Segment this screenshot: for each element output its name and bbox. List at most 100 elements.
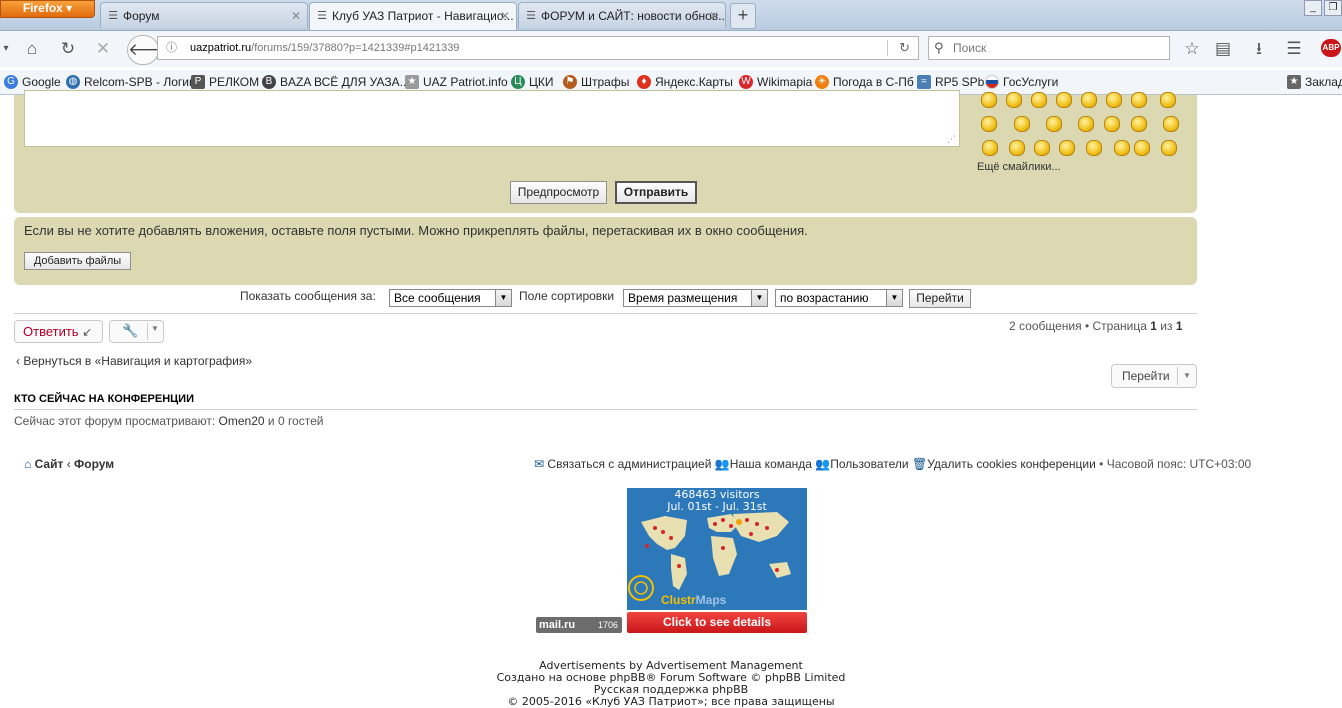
delete-cookies-link[interactable]: Удалить cookies конференции: [927, 457, 1096, 471]
stop-icon[interactable]: ✕: [93, 39, 113, 59]
bookmark-fines[interactable]: ⚑ Штрафы: [563, 74, 629, 90]
gosuslugi-icon: [985, 75, 999, 89]
smiley-icon[interactable]: [1134, 140, 1150, 156]
smiley-icon[interactable]: [1131, 116, 1147, 132]
bookmark-relcom-spb[interactable]: ◍ Relcom-SPB - Логин: [66, 74, 196, 90]
add-files-button[interactable]: Добавить файлы: [24, 252, 131, 270]
select-value: Время размещения: [628, 291, 738, 305]
smiley-icon[interactable]: [981, 116, 997, 132]
back-to-forum-link[interactable]: ‹ Вернуться в «Навигация и картография»: [16, 354, 252, 368]
message-textarea[interactable]: ⋰: [24, 90, 960, 147]
smiley-icon[interactable]: [1006, 92, 1022, 108]
sort-order-select[interactable]: по возрастанию ▼: [775, 289, 903, 307]
topic-tools-button[interactable]: 🔧 ▼: [109, 320, 164, 343]
smiley-icon[interactable]: [1056, 92, 1072, 108]
tab-news[interactable]: ☰ ФОРУМ и САЙТ: новости обнов... ✕: [518, 2, 726, 28]
smiley-icon[interactable]: [1104, 116, 1120, 132]
jump-to-button[interactable]: Перейти ▼: [1111, 364, 1197, 388]
menu-icon[interactable]: ☰: [1284, 39, 1304, 59]
reply-button[interactable]: Ответить ↙: [14, 320, 103, 343]
team-link[interactable]: Наша команда: [730, 457, 812, 471]
bookmark-folder[interactable]: ★ Заклад: [1287, 74, 1342, 90]
smiley-icon[interactable]: [1078, 116, 1094, 132]
search-input[interactable]: ⚲ Поиск: [928, 36, 1170, 60]
map-pin-icon: ♦: [637, 75, 651, 89]
smiley-icon[interactable]: [1059, 140, 1075, 156]
smiley-icon[interactable]: [1114, 140, 1130, 156]
cki-icon: Ц: [511, 75, 525, 89]
mailru-counter[interactable]: mail.ru 1706: [536, 617, 622, 633]
smiley-icon[interactable]: [1031, 92, 1047, 108]
attachments-message: Если вы не хотите добавлять вложения, ос…: [24, 223, 808, 238]
bookmark-wikimapia[interactable]: W Wikimapia: [739, 74, 812, 90]
smiley-icon[interactable]: [1131, 92, 1147, 108]
breadcrumb-site-link[interactable]: Сайт: [35, 457, 64, 471]
close-icon[interactable]: ✕: [709, 3, 719, 28]
restore-button[interactable]: ❐: [1324, 0, 1342, 16]
bookmark-gosuslugi[interactable]: ГосУслуги: [985, 74, 1058, 90]
page-of: из: [1160, 319, 1173, 333]
sort-field-select[interactable]: Время размещения ▼: [623, 289, 768, 307]
bookmark-yandex-maps[interactable]: ♦ Яндекс.Карты: [637, 74, 733, 90]
smiley-icon[interactable]: [1160, 92, 1176, 108]
window-controls: _ ❐: [1302, 0, 1342, 16]
smiley-icon[interactable]: [1081, 92, 1097, 108]
rp5-icon: ≈: [917, 75, 931, 89]
online-list: Сейчас этот форум просматривают: Omen20 …: [14, 414, 323, 428]
relcom-icon: Р: [191, 75, 205, 89]
divider: [887, 40, 888, 56]
reload-icon[interactable]: ↻: [58, 39, 78, 59]
bookmark-google[interactable]: G Google: [4, 74, 61, 90]
select-value: по возрастанию: [780, 291, 869, 305]
online-user-link[interactable]: Omen20: [219, 414, 265, 428]
downloads-icon[interactable]: ⭳: [1249, 39, 1269, 59]
show-posts-select[interactable]: Все сообщения ▼: [389, 289, 512, 307]
home-icon[interactable]: ⌂: [22, 39, 42, 59]
smiley-icon[interactable]: [1086, 140, 1102, 156]
bookmark-uaz-patriot-info[interactable]: ★ UAZ Patriot.info: [405, 74, 508, 90]
clustrmaps-details-button[interactable]: Click to see details: [627, 612, 807, 633]
bookmark-baza[interactable]: B BAZA ВСЁ ДЛЯ УАЗА...: [262, 74, 410, 90]
smiley-icon[interactable]: [1046, 116, 1062, 132]
close-icon[interactable]: ✕: [291, 3, 301, 28]
smiley-icon[interactable]: [1161, 140, 1177, 156]
tab-forum[interactable]: ☰ Форум ✕: [100, 2, 308, 28]
minimize-button[interactable]: _: [1304, 0, 1322, 16]
wrench-icon: 🔧: [122, 323, 139, 338]
contact-admin-link[interactable]: Связаться с администрацией: [547, 457, 711, 471]
bookmark-cki[interactable]: Ц ЦКИ: [511, 74, 554, 90]
smiley-icon[interactable]: [1106, 92, 1122, 108]
reply-icon: ↙: [82, 325, 93, 339]
firefox-menu-button[interactable]: Firefox ▾: [0, 0, 95, 18]
smiley-icon[interactable]: [1014, 116, 1030, 132]
history-dropdown-icon[interactable]: ▾: [0, 39, 12, 59]
preview-button[interactable]: Предпросмотр: [510, 181, 607, 204]
sort-go-button[interactable]: Перейти: [909, 289, 971, 308]
info-icon[interactable]: ⓘ: [166, 37, 177, 59]
more-smileys-link[interactable]: Ещё смайлики...: [977, 161, 1061, 173]
new-tab-button[interactable]: +: [730, 3, 756, 29]
smiley-icon[interactable]: [982, 140, 998, 156]
url-bar[interactable]: ⓘ uazpatriot.ru/forums/159/37880?p=14213…: [157, 36, 919, 60]
submit-button[interactable]: Отправить: [615, 181, 697, 204]
fines-icon: ⚑: [563, 75, 577, 89]
breadcrumb-forum-link[interactable]: Форум: [74, 457, 114, 471]
bookmark-weather[interactable]: ☀ Погода в С-Пб: [815, 74, 914, 90]
smiley-icon[interactable]: [981, 92, 997, 108]
reload-page-icon[interactable]: ↻: [899, 37, 910, 59]
close-icon[interactable]: ✕: [500, 3, 510, 29]
members-link[interactable]: Пользователи: [830, 457, 908, 471]
bookmark-rp5[interactable]: ≈ RP5 SPb: [917, 74, 984, 90]
smiley-icon[interactable]: [1009, 140, 1025, 156]
forum-favicon-icon: ☰: [317, 10, 327, 22]
adblock-icon[interactable]: ABP: [1321, 39, 1341, 57]
bookmark-star-icon[interactable]: ☆: [1182, 39, 1202, 59]
resize-handle-icon[interactable]: ⋰: [947, 134, 956, 145]
back-button[interactable]: 🡐: [127, 35, 174, 65]
bookmark-relcom[interactable]: Р РЕЛКОМ: [191, 74, 259, 90]
smiley-icon[interactable]: [1163, 116, 1179, 132]
clustrmaps-widget[interactable]: 468463 visitors Jul. 01st - Jul. 31st Cl…: [627, 488, 807, 610]
smiley-icon[interactable]: [1034, 140, 1050, 156]
tab-navigation[interactable]: ☰ Клуб УАЗ Патриот - Навигацио... ✕: [309, 2, 517, 30]
reading-list-icon[interactable]: ▤: [1213, 39, 1233, 59]
